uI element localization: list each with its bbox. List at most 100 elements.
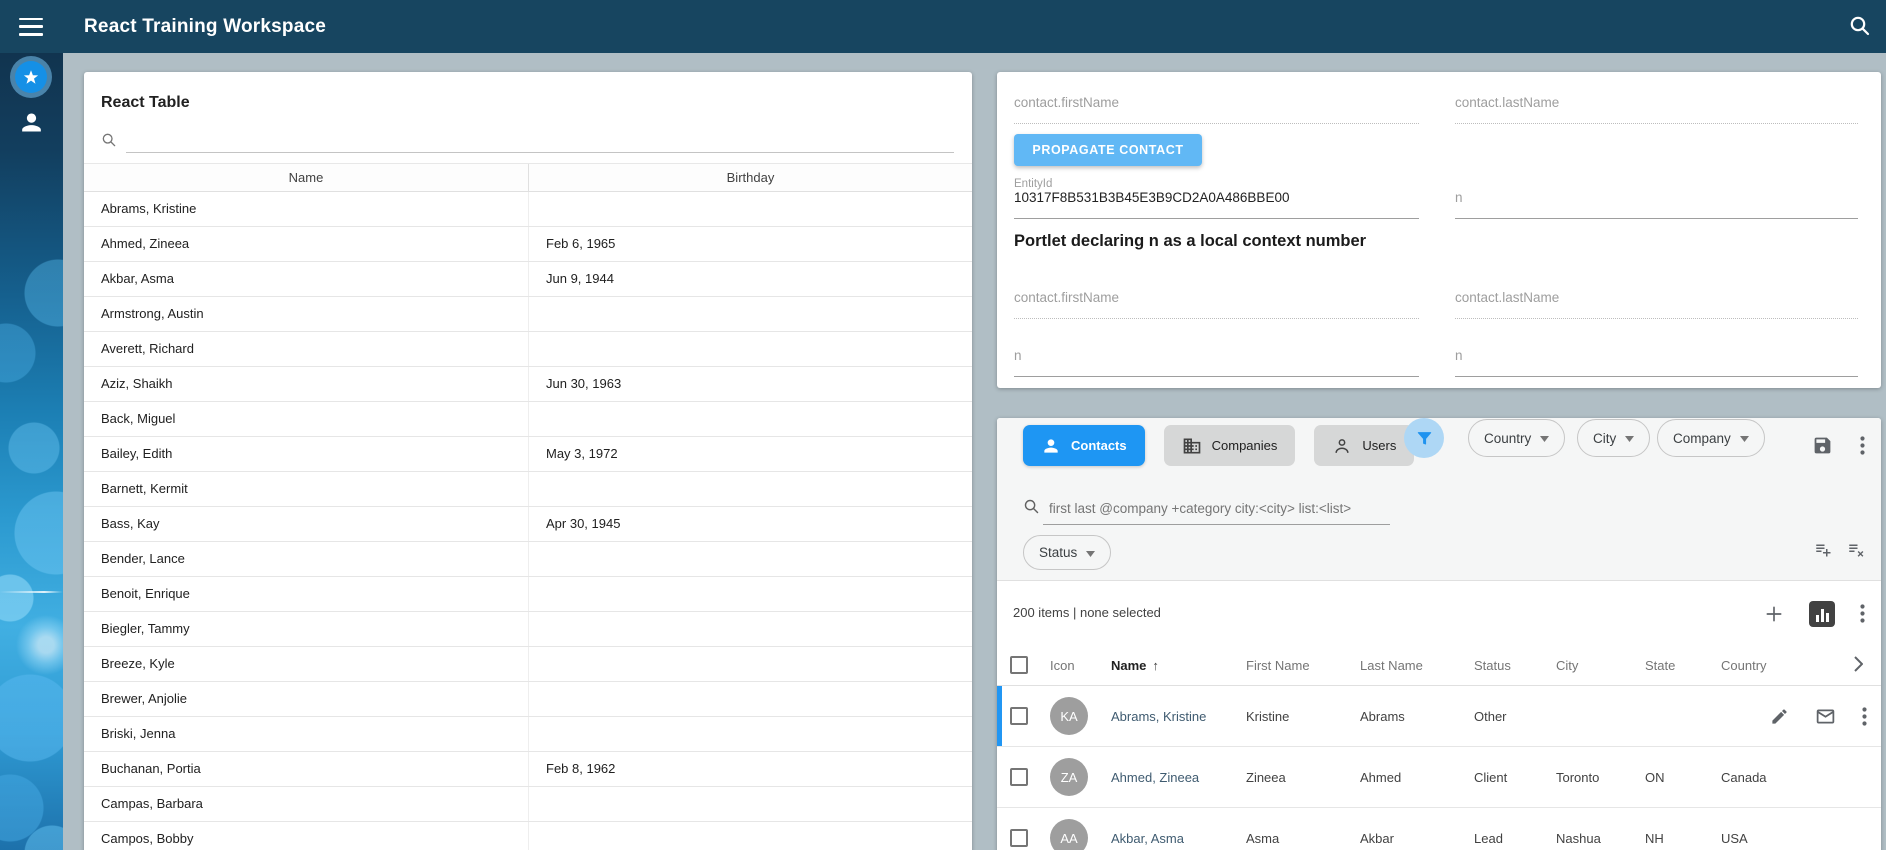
filter-city-dropdown[interactable]: City bbox=[1577, 419, 1650, 457]
contact-row[interactable]: AA Akbar, Asma Asma Akbar Lead Nashua NH… bbox=[997, 808, 1881, 850]
app-title: React Training Workspace bbox=[84, 16, 326, 38]
chevron-down-icon bbox=[1540, 436, 1549, 442]
column-status[interactable]: Status bbox=[1474, 658, 1556, 673]
name-cell: Biegler, Tammy bbox=[84, 612, 528, 646]
tab-companies[interactable]: Companies bbox=[1164, 425, 1296, 466]
table-row: Averett, Richard bbox=[84, 332, 972, 367]
entity-id-input[interactable]: 10317F8B531B3B45E3B9CD2A0A486BBE00 bbox=[1014, 189, 1419, 219]
column-header-birthday[interactable]: Birthday bbox=[528, 164, 972, 191]
sidebar-flare-decoration bbox=[0, 591, 63, 593]
filter-company-dropdown[interactable]: Company bbox=[1657, 419, 1765, 457]
name-cell: Brewer, Anjolie bbox=[84, 682, 528, 716]
name-cell: Briski, Jenna bbox=[84, 717, 528, 751]
toolbar-menu-icon[interactable] bbox=[1860, 436, 1865, 455]
contact-name-link[interactable]: Akbar, Asma bbox=[1111, 831, 1184, 846]
name-cell: Bender, Lance bbox=[84, 542, 528, 576]
n-input-left[interactable]: n bbox=[1014, 347, 1419, 377]
last-name-cell: Akbar bbox=[1360, 831, 1474, 846]
birthday-cell bbox=[528, 647, 972, 681]
name-cell: Averett, Richard bbox=[84, 332, 528, 366]
column-country[interactable]: Country bbox=[1721, 658, 1831, 673]
avatar: ZA bbox=[1050, 758, 1088, 796]
name-cell: Akbar, Asma bbox=[84, 262, 528, 296]
avatar: AA bbox=[1050, 819, 1088, 850]
sort-ascending-icon: ↑ bbox=[1152, 658, 1159, 673]
tab-contacts[interactable]: Contacts bbox=[1023, 425, 1145, 466]
email-envelope-icon[interactable] bbox=[1815, 706, 1836, 727]
row-checkbox[interactable] bbox=[1010, 829, 1028, 847]
column-state[interactable]: State bbox=[1645, 658, 1721, 673]
first-name-cell: Kristine bbox=[1246, 709, 1360, 724]
name-cell: Breeze, Kyle bbox=[84, 647, 528, 681]
chart-view-icon[interactable] bbox=[1809, 601, 1835, 627]
playlist-remove-icon[interactable] bbox=[1847, 540, 1865, 558]
column-first-name[interactable]: First Name bbox=[1246, 658, 1360, 673]
contact-name-link[interactable]: Ahmed, Zineea bbox=[1111, 770, 1199, 785]
items-menu-icon[interactable] bbox=[1860, 604, 1865, 623]
n-input-top[interactable]: n bbox=[1455, 189, 1858, 219]
city-cell: Nashua bbox=[1556, 831, 1645, 846]
name-cell: Bailey, Edith bbox=[84, 437, 528, 471]
city-cell: Toronto bbox=[1556, 770, 1645, 785]
person-icon bbox=[1041, 436, 1061, 456]
table-row: Brewer, Anjolie bbox=[84, 682, 972, 717]
column-last-name[interactable]: Last Name bbox=[1360, 658, 1474, 673]
tab-users[interactable]: Users bbox=[1314, 425, 1414, 466]
table-row: Armstrong, Austin bbox=[84, 297, 972, 332]
save-icon[interactable] bbox=[1812, 435, 1833, 456]
chevron-down-icon bbox=[1625, 436, 1634, 442]
filter-country-dropdown[interactable]: Country bbox=[1468, 419, 1565, 457]
birthday-cell bbox=[528, 297, 972, 331]
favorites-star-icon[interactable] bbox=[14, 60, 48, 94]
contact-name-link[interactable]: Abrams, Kristine bbox=[1111, 709, 1206, 724]
first-name-cell: Asma bbox=[1246, 831, 1360, 846]
name-cell: Bass, Kay bbox=[84, 507, 528, 541]
propagate-contact-button[interactable]: PROPAGATE CONTACT bbox=[1014, 134, 1202, 166]
birthday-cell bbox=[528, 787, 972, 821]
contact-last-name-field: contact.lastName bbox=[1455, 94, 1858, 124]
search-icon bbox=[101, 132, 117, 153]
header-search-icon[interactable] bbox=[1848, 14, 1872, 43]
account-icon[interactable] bbox=[14, 105, 48, 139]
n-input-right[interactable]: n bbox=[1455, 347, 1858, 377]
sidebar bbox=[0, 53, 63, 850]
menu-icon[interactable] bbox=[19, 18, 43, 36]
contacts-browser-panel: Contacts Companies Users first last bbox=[997, 418, 1881, 850]
name-cell: Back, Miguel bbox=[84, 402, 528, 436]
name-cell: Armstrong, Austin bbox=[84, 297, 528, 331]
select-all-checkbox[interactable] bbox=[1010, 656, 1028, 674]
table-row: Aziz, Shaikh Jun 30, 1963 bbox=[84, 367, 972, 402]
country-cell: Canada bbox=[1721, 770, 1831, 785]
search-underline bbox=[1043, 524, 1390, 525]
search-icon bbox=[1023, 498, 1040, 520]
column-header-name[interactable]: Name bbox=[84, 164, 528, 191]
table-row: Bender, Lance bbox=[84, 542, 972, 577]
items-status-row: 200 items | none selected bbox=[997, 580, 1881, 645]
column-city[interactable]: City bbox=[1556, 658, 1645, 673]
row-menu-icon[interactable] bbox=[1862, 707, 1867, 726]
contact-search-input[interactable]: first last @company +category city:<city… bbox=[1049, 501, 1351, 516]
scroll-right-chevron-icon[interactable] bbox=[1853, 656, 1863, 675]
table-header-row: Name Birthday bbox=[84, 163, 972, 192]
contact-portlet: contact.firstName contact.lastName PROPA… bbox=[997, 72, 1881, 388]
table-search-input[interactable] bbox=[101, 128, 954, 153]
birthday-cell: Jun 9, 1944 bbox=[528, 262, 972, 296]
edit-pencil-icon[interactable] bbox=[1770, 707, 1789, 726]
table-row: Breeze, Kyle bbox=[84, 647, 972, 682]
filter-status-dropdown[interactable]: Status bbox=[1023, 535, 1111, 570]
contact-row[interactable]: ZA Ahmed, Zineea Zineea Ahmed Client Tor… bbox=[997, 747, 1881, 808]
row-checkbox[interactable] bbox=[1010, 768, 1028, 786]
name-cell: Campos, Bobby bbox=[84, 822, 528, 850]
add-contact-icon[interactable] bbox=[1764, 604, 1784, 624]
contact-row[interactable]: KA Abrams, Kristine Kristine Abrams Othe… bbox=[997, 686, 1881, 747]
table-row: Benoit, Enrique bbox=[84, 577, 972, 612]
birthday-cell bbox=[528, 472, 972, 506]
filter-funnel-button[interactable] bbox=[1404, 418, 1444, 458]
name-cell: Benoit, Enrique bbox=[84, 577, 528, 611]
star-icon bbox=[15, 61, 47, 93]
search-underline bbox=[126, 131, 954, 153]
table-row: Akbar, Asma Jun 9, 1944 bbox=[84, 262, 972, 297]
row-checkbox[interactable] bbox=[1010, 707, 1028, 725]
column-name-sorted[interactable]: Name ↑ bbox=[1111, 658, 1246, 673]
playlist-add-icon[interactable] bbox=[1814, 540, 1832, 558]
